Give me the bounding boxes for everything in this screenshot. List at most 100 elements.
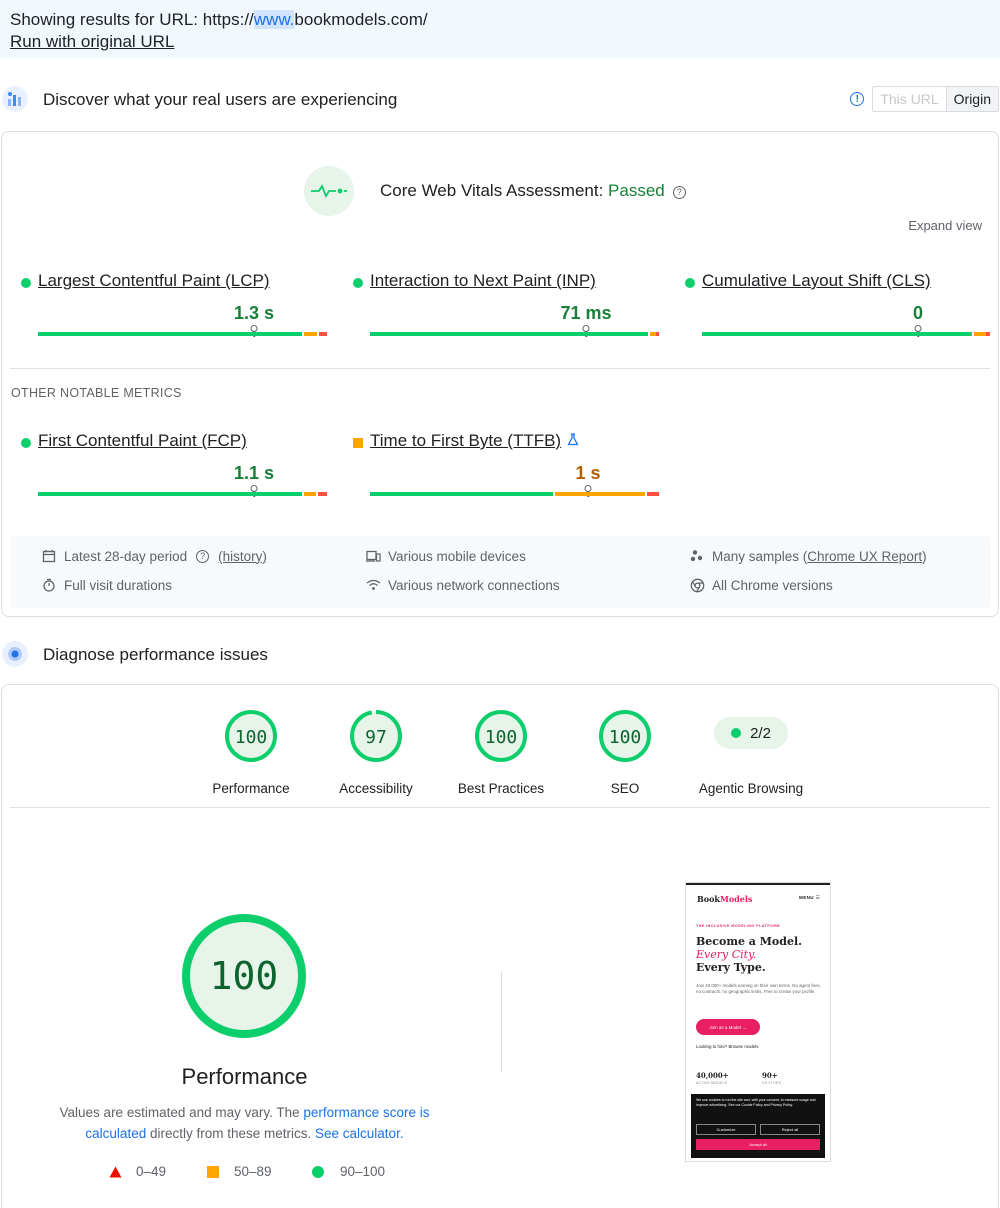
metric-cls: Cumulative Layout Shift (CLS) 0 bbox=[675, 270, 990, 350]
bar-good-b bbox=[586, 332, 648, 336]
average-square-icon bbox=[207, 1165, 219, 1178]
bar-good-a bbox=[38, 332, 252, 336]
vertical-divider bbox=[501, 972, 502, 1072]
field-section-title: Discover what your real users are experi… bbox=[43, 90, 398, 109]
bar-good-b bbox=[252, 332, 302, 336]
gauge-seo[interactable]: 100 SEO bbox=[565, 709, 685, 796]
url-highlight: www. bbox=[253, 10, 295, 29]
screenshot-stat-2: 90+ bbox=[762, 1071, 778, 1080]
metric-name[interactable]: First Contentful Paint (FCP) bbox=[38, 431, 247, 451]
distribution-bar bbox=[702, 332, 990, 336]
note-text-2: directly from these metrics. bbox=[146, 1126, 316, 1141]
url-origin-toggle: This URL Origin bbox=[872, 86, 999, 112]
performance-note: Values are estimated and may vary. The p… bbox=[57, 1102, 432, 1144]
page-screenshot[interactable]: BookModels MENU ☰ THE INCLUSIVE MODELING… bbox=[685, 882, 831, 1162]
screenshot-menu: MENU ☰ bbox=[799, 895, 820, 901]
bar-poor bbox=[656, 332, 659, 336]
agentic-browsing-badge[interactable]: 2/2 bbox=[714, 717, 788, 749]
expand-view-button[interactable]: Expand view bbox=[908, 218, 982, 233]
bar-good-b bbox=[252, 492, 302, 496]
metric-inp: Interaction to Next Paint (INP) 71 ms bbox=[343, 270, 659, 350]
distribution-bar bbox=[38, 332, 327, 336]
big-score-value: 100 bbox=[210, 954, 279, 998]
other-metrics-label: OTHER NOTABLE METRICS bbox=[11, 386, 182, 400]
wifi-icon bbox=[365, 577, 381, 593]
brand-book: Book bbox=[697, 894, 720, 904]
gauge-accessibility[interactable]: 97 Accessibility bbox=[316, 709, 436, 796]
score-gauge: 97 bbox=[350, 710, 402, 762]
metric-ttfb: Time to First Byte (TTFB) 1 s bbox=[343, 430, 659, 510]
help-icon[interactable]: ? bbox=[196, 549, 210, 563]
chrome-ux-report-link[interactable]: Chrome UX Report bbox=[807, 549, 922, 564]
devices-text: Various mobile devices bbox=[388, 548, 526, 564]
url-line: Showing results for URL: https://www.boo… bbox=[10, 9, 990, 31]
screenshot-tagline: THE INCLUSIVE MODELING PLATFORM bbox=[696, 924, 780, 928]
legend-poor: 0–49 bbox=[109, 1164, 166, 1179]
bar-good-a bbox=[702, 332, 916, 336]
samples-icon bbox=[689, 548, 705, 564]
origin-tab[interactable]: Origin bbox=[945, 87, 998, 111]
samples-suffix: ) bbox=[922, 548, 927, 564]
bar-average-a bbox=[555, 492, 587, 496]
see-calculator-link[interactable]: See calculator. bbox=[315, 1126, 404, 1141]
chrome-icon bbox=[689, 577, 705, 593]
legend-good-text: 90–100 bbox=[340, 1164, 386, 1179]
bar-poor bbox=[318, 492, 327, 496]
score-value: 100 bbox=[485, 727, 518, 748]
devices-icon bbox=[365, 548, 381, 564]
score-value: 100 bbox=[235, 727, 268, 748]
run-original-url-link[interactable]: Run with original URL bbox=[10, 31, 174, 53]
bar-average bbox=[304, 492, 316, 496]
samples-info: Many samples (Chrome UX Report) bbox=[689, 548, 927, 564]
field-info-box: Latest 28-day period ? (history) Full vi… bbox=[11, 536, 991, 608]
calendar-icon bbox=[41, 548, 57, 564]
metric-name[interactable]: Cumulative Layout Shift (CLS) bbox=[702, 271, 931, 291]
metric-name[interactable]: Largest Contentful Paint (LCP) bbox=[38, 271, 270, 291]
info-icon[interactable]: ! bbox=[850, 92, 865, 106]
lighthouse-icon bbox=[2, 641, 28, 667]
url-origin-toggle-wrap: ! This URL Origin bbox=[850, 86, 999, 112]
good-status-icon bbox=[685, 278, 695, 288]
headline-line-2: Every City. bbox=[696, 948, 757, 961]
metric-name[interactable]: Time to First Byte (TTFB) bbox=[370, 431, 561, 451]
hamburger-icon: ☰ bbox=[815, 895, 820, 900]
agentic-label: Agentic Browsing bbox=[698, 781, 804, 796]
metric-name-text: Time to First Byte (TTFB) bbox=[370, 431, 562, 450]
cookie-text: We use cookies to run the site and, with… bbox=[696, 1098, 816, 1107]
url-banner: Showing results for URL: https://www.boo… bbox=[0, 0, 1000, 58]
legend-good: 90–100 bbox=[312, 1164, 385, 1179]
menu-text: MENU bbox=[799, 895, 814, 900]
period-info: Latest 28-day period ? (history) bbox=[41, 548, 267, 564]
distribution-bar bbox=[38, 492, 327, 496]
lab-section-title: Diagnose performance issues bbox=[43, 645, 268, 664]
good-status-icon bbox=[21, 278, 31, 288]
url-prefix: Showing results for URL: https:// bbox=[10, 10, 254, 29]
distribution-bar bbox=[370, 332, 659, 336]
good-status-icon bbox=[21, 438, 31, 448]
metric-value: 1.1 s bbox=[233, 463, 275, 483]
score-value: 97 bbox=[365, 727, 387, 748]
bar-poor bbox=[319, 332, 327, 336]
bar-good-b bbox=[916, 332, 972, 336]
cwv-assessment-text: Core Web Vitals Assessment: Passed? bbox=[380, 181, 686, 201]
help-icon[interactable]: ? bbox=[672, 186, 686, 199]
gauge-best-practices[interactable]: 100 Best Practices bbox=[441, 709, 561, 796]
screenshot-stat-2-label: US CITIES bbox=[762, 1081, 782, 1085]
cookie-reject: Reject all bbox=[760, 1124, 820, 1135]
metric-name[interactable]: Interaction to Next Paint (INP) bbox=[370, 271, 596, 291]
bar-poor bbox=[986, 332, 990, 336]
bar-average-b bbox=[587, 492, 645, 496]
url-suffix: bookmodels.com/ bbox=[294, 10, 428, 29]
score-gauge: 100 bbox=[475, 710, 527, 762]
legend-average-text: 50–89 bbox=[234, 1164, 272, 1179]
score-value: 100 bbox=[609, 727, 642, 748]
legend-average: 50–89 bbox=[207, 1164, 272, 1179]
metric-value: 1 s bbox=[575, 463, 601, 483]
gauge-performance[interactable]: 100 Performance bbox=[191, 709, 311, 796]
history-link[interactable]: (history) bbox=[218, 549, 267, 564]
good-status-icon bbox=[353, 278, 363, 288]
this-url-tab[interactable]: This URL bbox=[873, 87, 945, 111]
network-info: Various network connections bbox=[365, 577, 560, 593]
divider bbox=[10, 368, 990, 369]
field-data-card: Core Web Vitals Assessment: Passed? Expa… bbox=[1, 131, 999, 617]
